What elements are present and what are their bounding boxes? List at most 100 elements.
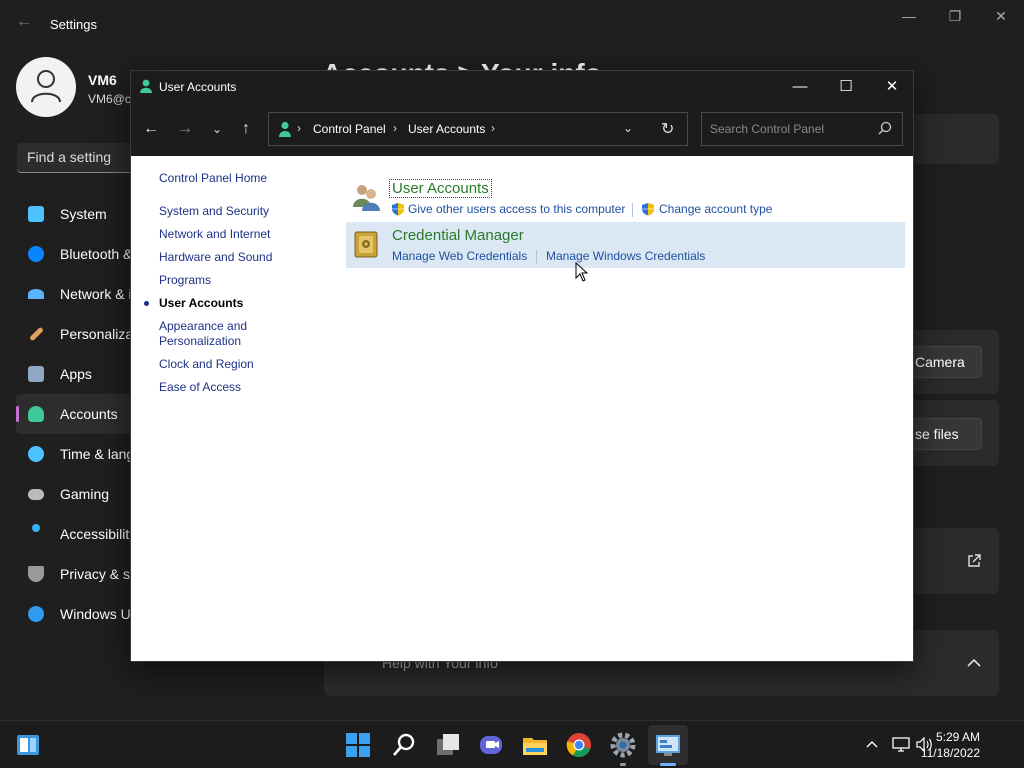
mouse-cursor-icon [575, 262, 589, 282]
system-icon [28, 206, 44, 222]
forward-arrow-icon[interactable]: → [173, 118, 197, 140]
nav-link-programs[interactable]: Programs [159, 273, 329, 288]
change-account-type-link[interactable]: Change account type [659, 202, 772, 216]
avatar [16, 57, 76, 117]
chevron-up-icon[interactable] [967, 658, 981, 668]
close-icon[interactable]: ✕ [869, 71, 915, 102]
nav-label: Gaming [60, 486, 110, 502]
external-link-icon[interactable] [967, 554, 981, 568]
nav-item-personalization[interactable]: Personalization [16, 314, 156, 354]
search-icon[interactable] [390, 731, 418, 759]
clock-icon [28, 446, 44, 462]
search-control-panel-input[interactable]: Search Control Panel [701, 112, 903, 146]
taskbar: 5:29 AM 11/18/2022 [0, 720, 1024, 768]
chevron-up-icon[interactable] [866, 740, 878, 748]
nav-item-bluetooth[interactable]: Bluetooth & devices [16, 234, 184, 274]
user-email: VM6@c [88, 92, 131, 106]
back-arrow-icon[interactable]: ← [14, 12, 34, 32]
clock[interactable]: 5:29 AM 11/18/2022 [921, 729, 980, 761]
update-icon [28, 606, 44, 622]
nav-item-time[interactable]: Time & language [16, 434, 165, 474]
refresh-icon[interactable]: ↻ [661, 119, 674, 139]
nav-label: Accounts [60, 406, 118, 422]
shield-icon [28, 566, 44, 582]
nav-item-windows-update[interactable]: Windows Update [16, 594, 166, 634]
apps-icon [28, 366, 44, 382]
nav-item-privacy[interactable]: Privacy & security [16, 554, 171, 594]
nav-link-user-accounts: User Accounts [144, 296, 329, 311]
nav-item-accounts[interactable]: Accounts [16, 394, 136, 434]
nav-link-clock-and-region[interactable]: Clock and Region [159, 357, 329, 372]
nav-link-hardware-and-sound[interactable]: Hardware and Sound [159, 250, 329, 265]
accessibility-icon [32, 524, 40, 532]
nav-item-gaming[interactable]: Gaming [16, 474, 136, 514]
nav-item-system[interactable]: System [16, 194, 136, 234]
nav-link-ease-of-access[interactable]: Ease of Access [159, 380, 329, 395]
nav-label: Apps [60, 366, 92, 382]
settings-titlebar: ← Settings — ❐ ✕ [0, 0, 1024, 48]
network-icon[interactable] [892, 737, 910, 752]
breadcrumb-user-accounts[interactable]: User Accounts [408, 122, 485, 136]
date-text: 11/18/2022 [920, 746, 980, 760]
user-accounts-icon [279, 121, 291, 137]
nav-item-accessibility[interactable]: Accessibility [16, 514, 136, 554]
credential-manager-heading-link[interactable]: Credential Manager [392, 227, 524, 244]
nav-item-apps[interactable]: Apps [16, 354, 136, 394]
brush-icon [29, 326, 44, 342]
user-accounts-icon [140, 79, 152, 93]
manage-web-credentials-link[interactable]: Manage Web Credentials [392, 249, 527, 263]
camera-button-label: Camera [915, 354, 965, 370]
cp-titlebar: User Accounts — ☐ ✕ [131, 71, 913, 102]
nav-item-network[interactable]: Network & internet [16, 274, 175, 314]
address-bar[interactable]: › Control Panel › User Accounts › ⌄ ↻ [268, 112, 688, 146]
window-title: User Accounts [159, 80, 237, 94]
minimize-icon[interactable]: — [777, 71, 823, 102]
category-credential-manager: Credential Manager Manage Web Credential… [346, 222, 905, 268]
controller-icon [28, 489, 44, 500]
accounts-icon [28, 406, 44, 422]
uac-shield-icon [642, 203, 654, 216]
task-view-icon[interactable] [434, 731, 462, 759]
cp-left-nav: Control Panel Home System and Security N… [144, 171, 329, 403]
search-icon[interactable] [878, 121, 892, 135]
category-user-accounts: User Accounts Give other users access to… [346, 175, 905, 221]
minimize-icon[interactable]: — [886, 6, 932, 30]
nav-link-network-and-internet[interactable]: Network and Internet [159, 227, 329, 242]
manage-windows-credentials-link[interactable]: Manage Windows Credentials [546, 249, 705, 263]
settings-nav: System Bluetooth & devices Network & int… [16, 194, 184, 634]
control-panel-icon[interactable] [654, 731, 682, 759]
breadcrumb-separator-icon[interactable]: › [491, 121, 495, 135]
time-text: 5:29 AM [935, 730, 980, 744]
nav-link-appearance[interactable]: Appearance and Personalization [159, 319, 269, 349]
widgets-icon[interactable] [16, 733, 40, 757]
vault-icon [354, 231, 378, 258]
give-users-access-link[interactable]: Give other users access to this computer [408, 202, 625, 216]
up-arrow-icon[interactable]: ↑ [234, 118, 258, 140]
nav-link-system-and-security[interactable]: System and Security [159, 204, 329, 219]
back-arrow-icon[interactable]: ← [139, 118, 163, 140]
file-explorer-icon[interactable] [521, 731, 549, 759]
chat-icon[interactable] [477, 731, 505, 759]
active-indicator [660, 763, 676, 766]
settings-icon[interactable] [609, 731, 637, 759]
start-icon[interactable] [344, 731, 372, 759]
control-panel-home-link[interactable]: Control Panel Home [159, 171, 329, 186]
close-icon[interactable]: ✕ [978, 6, 1024, 30]
link-divider [536, 250, 537, 264]
chrome-icon[interactable] [565, 731, 593, 759]
settings-title: Settings [50, 17, 97, 32]
recent-locations-chevron-icon[interactable]: ⌄ [205, 118, 229, 140]
maximize-icon[interactable]: ☐ [823, 71, 869, 102]
restore-icon[interactable]: ❐ [932, 6, 978, 30]
settings-search-input[interactable]: Find a setting [17, 143, 137, 173]
breadcrumb-control-panel[interactable]: Control Panel [313, 122, 386, 136]
breadcrumb-separator-icon: › [297, 121, 301, 135]
link-divider [632, 203, 633, 217]
address-dropdown-icon[interactable]: ⌄ [623, 121, 633, 135]
nav-label: System [60, 206, 107, 222]
cp-toolbar: ← → ⌄ ↑ › Control Panel › User Accounts … [131, 102, 913, 156]
person-icon [31, 70, 61, 103]
breadcrumb-separator-icon: › [393, 121, 397, 135]
user-accounts-heading-link[interactable]: User Accounts [389, 179, 492, 198]
running-indicator [620, 763, 626, 766]
